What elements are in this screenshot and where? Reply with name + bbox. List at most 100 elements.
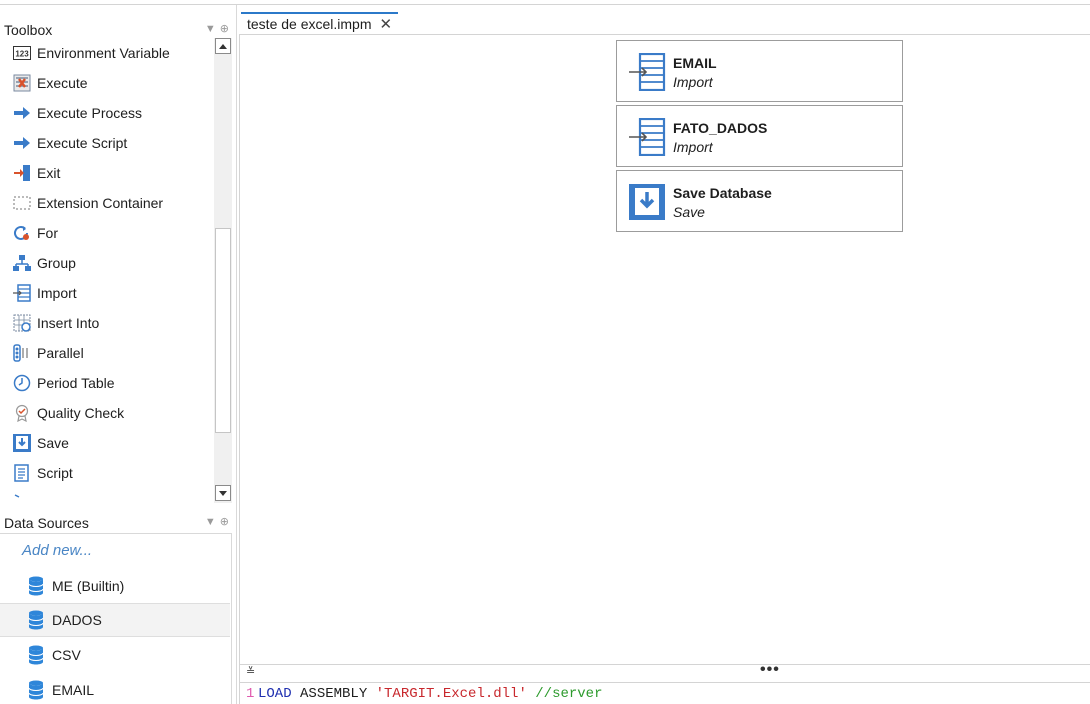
execute-icon <box>12 73 32 93</box>
script-string: 'TARGIT.Excel.dll' <box>375 685 527 702</box>
toolbox-item-label: Script <box>37 465 73 481</box>
script-panel-bar: ≚ ••• <box>239 661 1090 682</box>
data-source-label: EMAIL <box>52 682 95 698</box>
left-panel: Toolbox ▼⊕ 123 Environment Variable Exec… <box>0 5 237 704</box>
env-variable-icon: 123 <box>12 43 32 63</box>
toolbox-scrollbar[interactable] <box>214 38 232 503</box>
dropdown-icon[interactable]: ▼ <box>205 23 220 35</box>
script-text: ASSEMBLY <box>291 685 376 702</box>
toolbox-item-label: Group <box>37 255 76 271</box>
toolbox-item-label: For <box>37 225 58 241</box>
toolbox-item-period-table[interactable]: Period Table <box>0 368 212 398</box>
node-title: EMAIL <box>673 55 717 71</box>
data-source-item-email[interactable]: EMAIL <box>0 673 230 704</box>
node-title: FATO_DADOS <box>673 120 768 136</box>
import-icon <box>627 117 667 157</box>
scroll-thumb[interactable] <box>215 228 231 433</box>
save-icon <box>627 183 667 221</box>
flow-canvas[interactable]: EMAIL Import FATO_DADOS Import Save Data… <box>239 34 1090 664</box>
scroll-up-button[interactable] <box>215 38 231 54</box>
import-icon <box>12 283 32 303</box>
toolbox-item-label: Quality Check <box>37 405 125 421</box>
toolbox-item-import[interactable]: Import <box>0 278 212 308</box>
toolbox-item-label: Execute Script <box>37 135 128 151</box>
save-icon <box>12 433 32 453</box>
toolbox-item-label: Period Table <box>37 375 115 391</box>
script-keyword: LOAD <box>258 685 292 702</box>
toolbox-item-label: Insert Into <box>37 315 100 331</box>
for-icon <box>12 223 32 243</box>
data-source-item-me-builtin[interactable]: ME (Builtin) <box>0 569 230 603</box>
svg-text:123: 123 <box>15 50 29 59</box>
tab-label: teste de excel.impm <box>247 16 372 32</box>
toolbox-item-label: Execute Process <box>37 105 143 121</box>
toolbox-item-label: Save <box>37 435 69 451</box>
toolbox-item-label: Import <box>37 285 77 301</box>
node-subtitle: Save <box>673 204 705 220</box>
toolbox-item-label: Parallel <box>37 345 84 361</box>
data-source-label: CSV <box>52 647 81 663</box>
toolbox-title: Toolbox <box>4 22 53 38</box>
period-table-icon <box>12 373 32 393</box>
database-icon <box>28 680 46 700</box>
toolbox-item-for[interactable]: For <box>0 218 212 248</box>
toolbox-item-label: Environment Variable <box>37 45 170 61</box>
script-comment: //server <box>526 685 603 702</box>
data-source-item-dados[interactable]: DADOS <box>0 603 230 637</box>
execute-script-icon <box>12 133 32 153</box>
toolbox-item-execute-script[interactable]: Execute Script <box>0 128 212 158</box>
toolbox-item-label: Extension Container <box>37 195 164 211</box>
close-icon[interactable]: ✕ <box>380 15 393 33</box>
arrow-down-icon <box>219 490 227 496</box>
toolbox-controls[interactable]: ▼⊕ <box>205 22 233 35</box>
line-number: 1 <box>246 685 255 702</box>
flow-node-fato-dados[interactable]: FATO_DADOS Import <box>616 105 903 167</box>
collapse-icon[interactable]: ≚ <box>246 665 255 678</box>
database-icon <box>28 645 46 665</box>
data-sources-controls[interactable]: ▼⊕ <box>205 515 233 528</box>
toolbox-item-parallel[interactable]: Parallel <box>0 338 212 368</box>
toolbox-item-execute-process[interactable]: Execute Process <box>0 98 212 128</box>
add-new-data-source-link[interactable]: Add new... <box>22 542 92 559</box>
import-icon <box>627 52 667 92</box>
toolbox-item-exit[interactable]: Exit <box>0 158 212 188</box>
data-sources-title: Data Sources <box>4 515 89 531</box>
toolbox-item-partial <box>0 488 212 502</box>
toolbox-item-execute[interactable]: Execute <box>0 68 212 98</box>
script-editor-line[interactable]: 1 LOAD ASSEMBLY 'TARGIT.Excel.dll' //ser… <box>239 682 1090 704</box>
pin-icon[interactable]: ⊕ <box>220 516 233 528</box>
insert-into-icon <box>12 313 32 333</box>
arrow-up-icon <box>219 43 227 49</box>
toolbox-item-script[interactable]: Script <box>0 458 212 488</box>
node-subtitle: Import <box>673 74 713 90</box>
toolbox-item-save[interactable]: Save <box>0 428 212 458</box>
database-icon <box>28 610 46 630</box>
tab-teste-de-excel[interactable]: teste de excel.impm ✕ <box>241 12 399 34</box>
scroll-down-button[interactable] <box>215 485 231 501</box>
node-title: Save Database <box>673 185 772 201</box>
data-sources-list: Add new... ME (Builtin) DADOS CSV EMAIL <box>0 533 232 704</box>
flow-node-email[interactable]: EMAIL Import <box>616 40 903 102</box>
pin-icon[interactable]: ⊕ <box>220 23 233 35</box>
database-icon <box>28 576 46 596</box>
toolbox-item-group[interactable]: Group <box>0 248 212 278</box>
data-sources-header: Data Sources ▼⊕ <box>0 512 237 534</box>
execute-process-icon <box>12 103 32 123</box>
toolbox-item-insert-into[interactable]: Insert Into <box>0 308 212 338</box>
more-icon[interactable]: ••• <box>760 661 780 679</box>
data-source-item-csv[interactable]: CSV <box>0 638 230 672</box>
node-subtitle: Import <box>673 139 713 155</box>
dropdown-icon[interactable]: ▼ <box>205 516 220 528</box>
script-icon <box>12 463 32 483</box>
toolbox-item-environment-variable[interactable]: 123 Environment Variable <box>0 38 212 68</box>
toolbox-item-quality-check[interactable]: Quality Check <box>0 398 212 428</box>
extension-container-icon <box>12 193 32 213</box>
parallel-icon <box>12 343 32 363</box>
toolbox-item-extension-container[interactable]: Extension Container <box>0 188 212 218</box>
flow-node-save-database[interactable]: Save Database Save <box>616 170 903 232</box>
partial-icon <box>12 485 32 503</box>
data-source-label: ME (Builtin) <box>52 578 125 594</box>
toolbox-item-label: Exit <box>37 165 61 181</box>
group-icon <box>12 253 32 273</box>
toolbox-item-label: Execute <box>37 75 88 91</box>
